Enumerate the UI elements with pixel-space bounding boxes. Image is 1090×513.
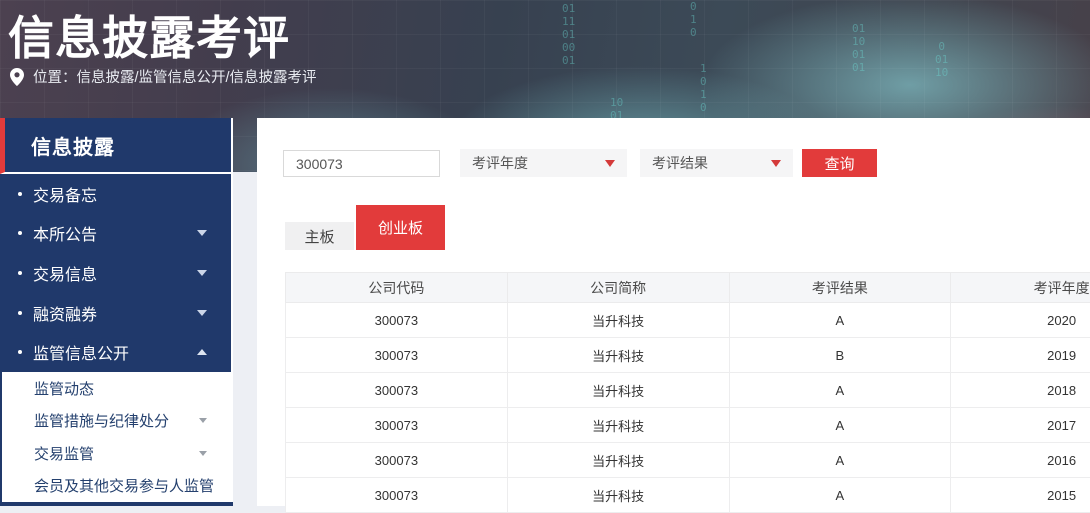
binary-digits-decoration: 0 01 10 bbox=[935, 40, 948, 79]
table-cell: 2015 bbox=[951, 478, 1090, 513]
table-header: 公司代码 公司简称 考评结果 考评年度 bbox=[286, 273, 1090, 303]
table-cell: A bbox=[729, 408, 951, 443]
sidebar-item-regulatory-disclosure[interactable]: 监管信息公开 bbox=[0, 332, 231, 372]
submenu-item-label: 交易监管 bbox=[34, 443, 94, 464]
chevron-down-icon bbox=[197, 270, 207, 276]
table-cell: 2018 bbox=[951, 373, 1090, 408]
bullet-icon bbox=[18, 311, 22, 315]
bullet-icon bbox=[18, 231, 22, 235]
table-cell: 300073 bbox=[286, 408, 508, 443]
table-cell: A bbox=[729, 478, 951, 513]
table-cell: A bbox=[729, 303, 951, 338]
col-company-code: 公司代码 bbox=[286, 273, 508, 303]
submenu-item-member-supervision[interactable]: 会员及其他交易参与人监管 bbox=[2, 470, 233, 503]
stock-code-input[interactable] bbox=[283, 150, 440, 177]
table-cell: 2016 bbox=[951, 443, 1090, 478]
table-cell: 当升科技 bbox=[507, 303, 729, 338]
sidebar-menu: 交易备忘 本所公告 交易信息 融资融券 监管信息公开 bbox=[0, 174, 233, 372]
table-cell: 2020 bbox=[951, 303, 1090, 338]
eval-year-dropdown-label: 考评年度 bbox=[472, 153, 528, 173]
table-row: 300073当升科技A2017 bbox=[286, 408, 1090, 443]
sidebar-submenu: 监管动态 监管措施与纪律处分 交易监管 会员及其他交易参与人监管 bbox=[0, 372, 233, 502]
sidebar-bottom-strip bbox=[0, 502, 233, 506]
eval-result-dropdown-label: 考评结果 bbox=[652, 153, 708, 173]
location-pin-icon bbox=[10, 68, 24, 86]
submenu-item-trading-supervision[interactable]: 交易监管 bbox=[2, 437, 233, 470]
tab-chinext[interactable]: 创业板 bbox=[356, 205, 445, 250]
binary-digits-decoration: 0 1 0 bbox=[690, 0, 697, 39]
sidebar-item-exchange-notices[interactable]: 本所公告 bbox=[0, 214, 231, 254]
table-cell: 当升科技 bbox=[507, 338, 729, 373]
chevron-up-icon bbox=[197, 349, 207, 355]
main-panel: 考评年度 考评结果 查询 主板 创业板 公司代码 公司简称 考评结果 考评年度 … bbox=[257, 118, 1090, 506]
tab-main-board[interactable]: 主板 bbox=[285, 222, 354, 250]
submenu-item-regulatory-updates[interactable]: 监管动态 bbox=[2, 372, 233, 405]
table-cell: 2017 bbox=[951, 408, 1090, 443]
table-cell: 当升科技 bbox=[507, 478, 729, 513]
sidebar-item-trading-info[interactable]: 交易信息 bbox=[0, 253, 231, 293]
binary-digits-decoration: 01 11 01 00 01 bbox=[562, 2, 575, 67]
table-cell: 300073 bbox=[286, 338, 508, 373]
table-row: 300073当升科技A2016 bbox=[286, 443, 1090, 478]
sidebar-item-label: 监管信息公开 bbox=[33, 340, 129, 364]
evaluation-table: 公司代码 公司简称 考评结果 考评年度 300073当升科技A202030007… bbox=[285, 272, 1090, 513]
table-cell: 300073 bbox=[286, 303, 508, 338]
sidebar-item-label: 融资融券 bbox=[33, 301, 97, 325]
table-cell: 当升科技 bbox=[507, 443, 729, 478]
sidebar-title: 信息披露 bbox=[0, 118, 233, 174]
sidebar-item-margin-trading[interactable]: 融资融券 bbox=[0, 293, 231, 333]
submenu-item-measures-discipline[interactable]: 监管措施与纪律处分 bbox=[2, 405, 233, 438]
table-row: 300073当升科技A2020 bbox=[286, 303, 1090, 338]
bullet-icon bbox=[18, 271, 22, 275]
col-eval-year: 考评年度 bbox=[951, 273, 1090, 303]
submenu-item-label: 会员及其他交易参与人监管 bbox=[34, 475, 214, 496]
sidebar-item-label: 交易信息 bbox=[33, 261, 97, 285]
chevron-down-icon bbox=[197, 230, 207, 236]
table-row: 300073当升科技B2019 bbox=[286, 338, 1090, 373]
sidebar-item-label: 本所公告 bbox=[33, 221, 97, 245]
table-cell: 300073 bbox=[286, 443, 508, 478]
chevron-down-icon bbox=[197, 310, 207, 316]
chevron-down-icon bbox=[199, 418, 207, 423]
table-cell: B bbox=[729, 338, 951, 373]
table-cell: 300073 bbox=[286, 478, 508, 513]
binary-digits-decoration: 1 0 1 0 bbox=[700, 62, 707, 114]
triangle-down-icon bbox=[771, 160, 781, 167]
page-title: 信息披露考评 bbox=[8, 2, 290, 68]
table-row: 300073当升科技A2018 bbox=[286, 373, 1090, 408]
table-cell: 当升科技 bbox=[507, 373, 729, 408]
col-eval-result: 考评结果 bbox=[729, 273, 951, 303]
table-cell: 当升科技 bbox=[507, 408, 729, 443]
table-cell: A bbox=[729, 373, 951, 408]
breadcrumb: 位置：信息披露/监管信息公开/信息披露考评 bbox=[10, 66, 317, 87]
bullet-icon bbox=[18, 192, 22, 196]
sidebar-item-trading-memo[interactable]: 交易备忘 bbox=[0, 174, 231, 214]
eval-year-dropdown[interactable]: 考评年度 bbox=[460, 149, 627, 177]
table-body: 300073当升科技A2020300073当升科技B2019300073当升科技… bbox=[286, 303, 1090, 513]
bullet-icon bbox=[18, 350, 22, 354]
breadcrumb-text: 位置：信息披露/监管信息公开/信息披露考评 bbox=[33, 66, 317, 87]
triangle-down-icon bbox=[605, 160, 615, 167]
table-cell: A bbox=[729, 443, 951, 478]
query-button[interactable]: 查询 bbox=[802, 149, 877, 177]
board-tabs: 主板 创业板 bbox=[285, 205, 445, 250]
binary-digits-decoration: 01 10 01 01 bbox=[852, 22, 865, 74]
table-row: 300073当升科技A2015 bbox=[286, 478, 1090, 513]
table-cell: 300073 bbox=[286, 373, 508, 408]
submenu-item-label: 监管动态 bbox=[34, 378, 94, 399]
submenu-item-label: 监管措施与纪律处分 bbox=[34, 410, 169, 431]
sidebar: 信息披露 交易备忘 本所公告 交易信息 融资融券 监管信息公开 监管动 bbox=[0, 118, 233, 506]
sidebar-item-label: 交易备忘 bbox=[33, 182, 97, 206]
col-company-name: 公司简称 bbox=[507, 273, 729, 303]
table-cell: 2019 bbox=[951, 338, 1090, 373]
eval-result-dropdown[interactable]: 考评结果 bbox=[640, 149, 793, 177]
chevron-down-icon bbox=[199, 451, 207, 456]
